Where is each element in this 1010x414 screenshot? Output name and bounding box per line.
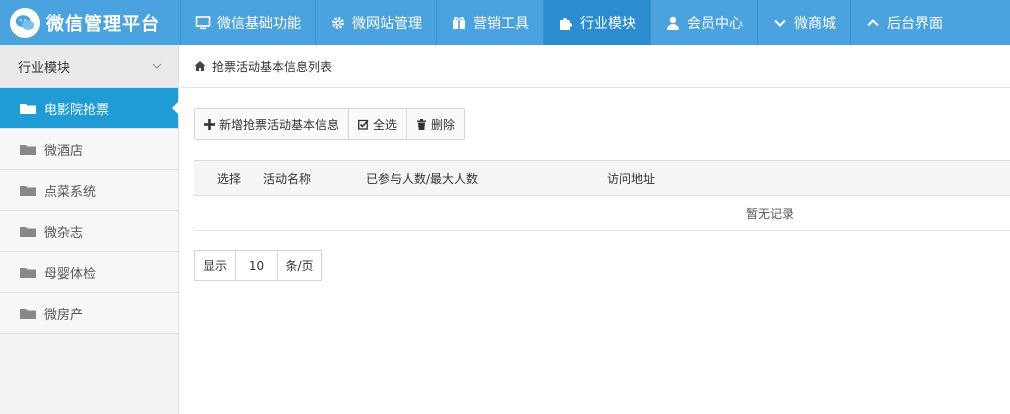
main-content: 抢票活动基本信息列表 新增抢票活动基本信息 全选 删除 选择 活动名称 已参与人…: [180, 45, 1010, 414]
page-size-value[interactable]: 10: [236, 251, 278, 280]
nav-item-mall[interactable]: 微商城: [757, 0, 850, 45]
select-all-button[interactable]: 全选: [349, 109, 408, 139]
plus-icon: [204, 118, 215, 130]
breadcrumb-text: 抢票活动基本信息列表: [212, 59, 333, 74]
sidebar-header[interactable]: 行业模块: [0, 45, 178, 88]
sidebar-item-label: 微房产: [44, 307, 84, 323]
chevron-up-icon: [865, 15, 881, 31]
nav-item-member-center[interactable]: 会员中心: [650, 0, 757, 45]
nav-item-microsite[interactable]: 微网站管理: [315, 0, 436, 45]
nav-item-label: 行业模块: [580, 15, 636, 32]
table-header: 选择 活动名称 已参与人数/最大人数 访问地址: [194, 161, 1010, 196]
nav-item-label: 营销工具: [473, 15, 529, 32]
folder-icon: [20, 309, 36, 319]
home-icon: [194, 61, 206, 71]
column-header-access-url: 访问地址: [607, 171, 656, 186]
sidebar-item-label: 微酒店: [44, 143, 84, 159]
sidebar-item-label: 点菜系统: [44, 184, 97, 200]
user-icon: [665, 15, 681, 31]
nav-item-marketing[interactable]: 营销工具: [436, 0, 543, 45]
page-size-control: 显示 10 条/页: [194, 250, 322, 281]
sidebar-item-real-estate[interactable]: 微房产: [0, 293, 178, 334]
puzzle-icon: [558, 15, 574, 31]
nav-item-label: 微商城: [794, 15, 836, 32]
action-toolbar: 新增抢票活动基本信息 全选 删除: [194, 108, 466, 140]
page-size-suffix: 条/页: [285, 259, 314, 273]
nav-item-label: 微信基础功能: [217, 15, 301, 32]
top-navbar: 微信管理平台 微信基础功能 微网站管理 营销工具 行业模块 会员中心 微商城 后…: [0, 0, 1010, 45]
nav-item-label: 后台界面: [887, 15, 943, 32]
column-header-activity-name: 活动名称: [263, 171, 312, 186]
monitor-icon: [195, 15, 211, 31]
add-activity-button[interactable]: 新增抢票活动基本信息: [195, 109, 350, 139]
empty-message: 暂无记录: [745, 206, 794, 221]
add-activity-label: 新增抢票活动基本信息: [219, 117, 340, 132]
column-header-select: 选择: [217, 171, 242, 186]
nav-item-basic-functions[interactable]: 微信基础功能: [180, 0, 315, 45]
page-size-prefix: 显示: [195, 251, 236, 280]
folder-icon: [20, 145, 36, 155]
folder-icon: [20, 227, 36, 237]
sidebar-header-label: 行业模块: [18, 60, 71, 76]
trash-icon: [417, 118, 427, 130]
nav-item-label: 微网站管理: [352, 15, 422, 32]
delete-button[interactable]: 删除: [407, 109, 464, 139]
nav-item-label: 会员中心: [687, 15, 743, 32]
breadcrumb: 抢票活动基本信息列表: [180, 45, 1010, 88]
empty-table-row: 暂无记录: [194, 196, 1010, 231]
activity-table: 选择 活动名称 已参与人数/最大人数 访问地址 暂无记录: [194, 160, 1010, 231]
brand-title: 微信管理平台: [46, 13, 160, 35]
sidebar-item-maternal-checkup[interactable]: 母婴体检: [0, 252, 178, 293]
sidebar-item-hotel[interactable]: 微酒店: [0, 129, 178, 170]
checkbox-icon: [358, 119, 369, 130]
folder-icon: [20, 268, 36, 278]
nav-item-industry[interactable]: 行业模块: [543, 0, 650, 45]
sidebar-item-label: 母婴体检: [44, 266, 97, 282]
gift-icon: [451, 15, 467, 31]
sidebar: 行业模块 电影院抢票 微酒店 点菜系统 微杂志 母婴体检 微房产: [0, 45, 179, 414]
sidebar-item-magazine[interactable]: 微杂志: [0, 211, 178, 252]
sidebar-item-label: 微杂志: [44, 225, 84, 241]
gear-icon: [330, 15, 346, 31]
wechat-logo-icon: [10, 7, 40, 38]
sidebar-item-ordering[interactable]: 点菜系统: [0, 170, 178, 211]
sidebar-item-label: 电影院抢票: [44, 102, 110, 118]
main-nav: 微信基础功能 微网站管理 营销工具 行业模块 会员中心 微商城 后台界面: [180, 0, 957, 45]
chevron-down-icon: [152, 63, 162, 69]
folder-icon: [20, 104, 36, 114]
brand[interactable]: 微信管理平台: [0, 0, 180, 45]
sidebar-item-cinema-tickets[interactable]: 电影院抢票: [0, 88, 179, 129]
delete-label: 删除: [431, 117, 456, 132]
chevron-down-icon: [772, 15, 788, 31]
select-all-label: 全选: [373, 117, 398, 132]
column-header-participants: 已参与人数/最大人数: [366, 171, 479, 186]
folder-icon: [20, 186, 36, 196]
nav-item-admin-ui[interactable]: 后台界面: [850, 0, 957, 45]
